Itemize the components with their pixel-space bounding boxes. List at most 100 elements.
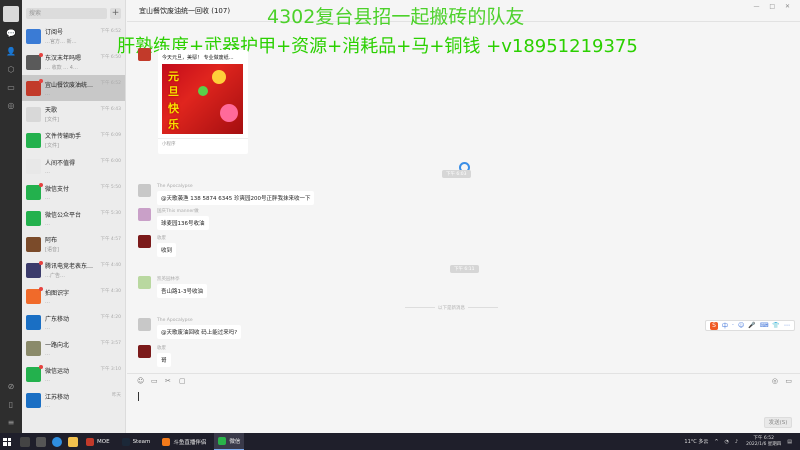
volume-icon[interactable]: ♪ [735,439,738,445]
ime-mode-label[interactable]: 中 [722,321,728,330]
overlay-text-line1: 4302复台县招一起搬砖的队友 [267,6,525,28]
conversation-time: 下午 6:43 [100,107,121,112]
poster-char-1: 元 [168,70,179,83]
conversation-item[interactable]: 文件传输助手 [文件] 下午 6:09 [22,127,125,153]
window-controls[interactable]: — □ ✕ [753,3,794,10]
video-call-icon[interactable]: ▭ [785,377,792,385]
conversation-item[interactable]: 广东移动… 下午 4:20 [22,309,125,335]
sender-avatar[interactable] [138,208,151,221]
conversation-item[interactable]: 人间不值得… 下午 6:00 [22,153,125,179]
mini-program-card[interactable]: 今天元旦，美鄢！ 专业做废纸… 元 旦 快 乐 小程序 [158,50,248,154]
message-bubble[interactable]: @天歌废油回收 码上能过来吗? [157,325,242,339]
sender-avatar[interactable] [138,235,151,248]
start-button[interactable] [0,433,14,450]
ime-punct-icon[interactable]: · [732,322,734,329]
menu-icon[interactable]: ≡ [5,417,17,429]
time-label: 下午 6:11 [450,265,479,273]
sender-avatar[interactable] [138,48,151,61]
message-bubble[interactable]: 收到 [157,243,177,257]
taskbar-app[interactable]: 斗鱼直播伴侣 [158,433,210,450]
phone-icon[interactable]: ▯ [5,399,17,411]
text-caret [138,392,139,401]
conversation-item[interactable]: 微信公众平台… 下午 5:30 [22,205,125,231]
unread-badge [39,286,43,291]
message-bubble[interactable]: 哥 [157,353,171,367]
app-icon [218,437,227,445]
message-5: The Apocalypse @天歌废油回收 码上能过来吗? [138,318,242,339]
add-button[interactable]: + [110,8,121,19]
conversation-avatar [26,52,43,70]
conversation-item[interactable]: 东汉末年吗嗯… 收款 … 4… 下午 6:50 [22,49,125,75]
file-explorer-icon[interactable] [68,436,78,447]
conversation-item[interactable]: 宜山餐饮废油统…… 下午 6:52 [22,75,125,101]
conversation-item[interactable]: 微信支付… 下午 5:50 [22,179,125,205]
chat-icon[interactable]: 💬 [5,28,17,40]
send-button[interactable]: 发送(S) [764,417,792,428]
chat-history-icon[interactable]: ▢ [179,377,186,385]
message-bubble[interactable]: 球麦园136号收油 [157,216,209,230]
conversation-avatar [26,260,43,278]
taskbar-app[interactable]: 微信 [214,433,245,450]
contacts-icon[interactable]: 👤 [5,46,17,58]
favorites-icon[interactable]: ⬡ [5,64,17,76]
nav-rail: 💬 👤 ⬡ ▭ ◎ ⊘ ▯ ≡ [0,0,22,433]
message-bubble[interactable]: @天歌袭渔 138 5874 6345 珍爽园200号正胖我抹来收一下 [157,191,315,205]
conversation-item[interactable]: 腾讯电竞老表东… …广告… 下午 4:40 [22,257,125,283]
conversation-preview: …广告… [45,273,66,279]
ime-voice-icon[interactable]: 🎤 [748,322,755,329]
sender-avatar[interactable] [138,276,151,289]
message-input[interactable]: 发送(S) [127,387,800,433]
card-title: 今天元旦，美鄢！ 专业做废纸… [162,55,234,61]
sender-avatar[interactable] [138,184,151,197]
ime-keyboard-icon[interactable]: ⌨ [760,322,769,329]
new-messages-label: 以下是新消息 [438,306,465,311]
sender-avatar[interactable] [138,318,151,331]
conversation-item[interactable]: 天歌 [文件] 下午 6:43 [22,101,125,127]
conversation-avatar [26,182,43,200]
sender-avatar[interactable] [138,345,151,358]
search-input[interactable]: 搜索 [26,8,107,19]
voice-call-icon[interactable]: ◎ [772,377,778,385]
message-bubble[interactable]: 吾山路1-3号收油 [157,284,207,298]
conversation-time: 下午 4:40 [100,263,121,268]
conversation-avatar [26,106,41,122]
conversation-item[interactable]: 阿布 [语音] 下午 4:57 [22,231,125,257]
conversation-item[interactable]: 订阅号 …官方… 新… 下午 6:52 [22,23,125,49]
network-icon[interactable]: ◔ [725,439,729,445]
conversation-avatar [26,314,41,330]
tray-arrow-icon[interactable]: ^ [714,439,718,445]
conversation-item[interactable]: 拍图识字… 下午 4:30 [22,283,125,309]
conversation-time: 下午 6:52 [100,81,121,86]
sender-name: 凯英园林亭 [157,277,180,282]
ime-more-icon[interactable]: ⋯ [784,322,790,329]
weather-label[interactable]: 11°C 多云 [684,438,708,445]
edge-icon[interactable] [52,436,62,447]
conversation-preview: … 收款 … 4… [45,65,78,71]
conversation-preview: … [45,324,50,331]
moments-icon[interactable]: ◎ [5,100,17,112]
ime-skin-icon[interactable]: 👕 [772,322,779,329]
user-avatar[interactable] [3,6,19,22]
task-view-icon[interactable] [36,436,46,447]
notification-icon[interactable]: ▤ [787,439,792,445]
mini-program-icon[interactable]: ⊘ [5,381,17,393]
search-icon[interactable] [20,436,30,447]
conversation-preview: … [45,194,50,201]
clock[interactable]: 下午 6:52 2022/1/6 星期四 [746,436,781,448]
conversation-item[interactable]: 微信运动… 下午 3:10 [22,361,125,387]
emoji-icon[interactable]: ☺ [137,377,144,385]
unread-badge [39,52,43,57]
taskbar-app[interactable]: MOE [82,433,114,450]
scissors-icon[interactable]: ✂ [165,377,171,385]
files-icon[interactable]: ▭ [5,82,17,94]
sogou-ime-icon[interactable]: S [710,321,718,330]
poster-char-3: 快 [168,102,179,115]
conversation-item[interactable]: 江苏移动… 昨天 [22,387,125,413]
conversation-name: 江苏移动 [45,393,70,401]
conversation-avatar [26,78,43,96]
search-bar: 搜索 + [22,0,125,23]
taskbar-app[interactable]: Steam [118,433,155,450]
ime-emoji-icon[interactable]: ☺ [738,322,744,329]
folder-icon[interactable]: ▭ [151,377,158,385]
conversation-item[interactable]: 一路向北… 下午 3:57 [22,335,125,361]
